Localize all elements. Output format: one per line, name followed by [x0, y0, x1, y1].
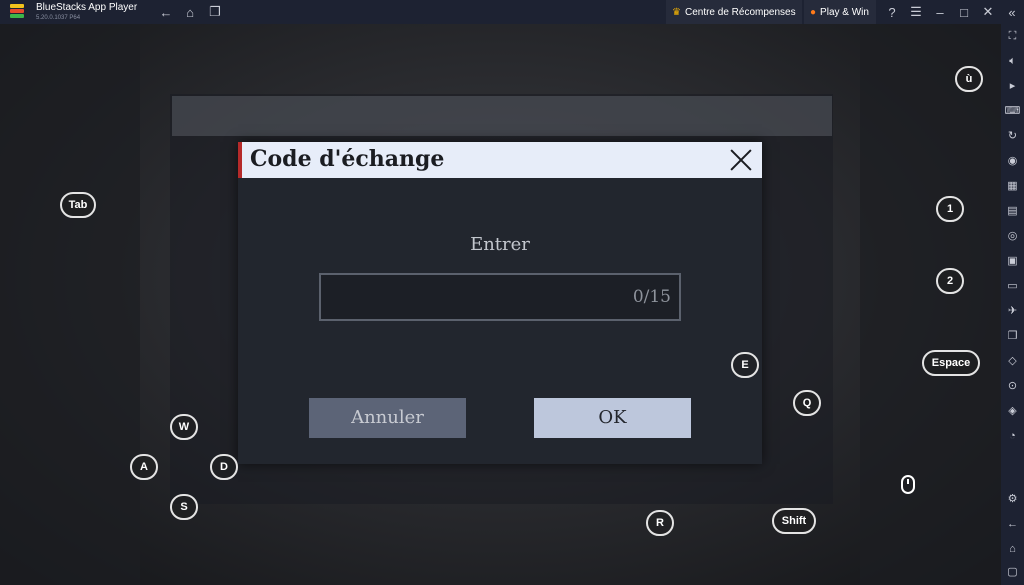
redeem-code-dialog: Code d'échange Entrer 0/15 Annuler OK — [238, 142, 762, 464]
key-space[interactable]: Espace — [922, 350, 980, 376]
title-bar: BlueStacks App Player 5.20.0.1037 P64 ← … — [0, 0, 1024, 24]
dialog-close-icon[interactable] — [728, 145, 754, 175]
menu-icon[interactable]: ☰ — [904, 0, 928, 24]
window-controls: ? ☰ – □ ✕ « — [880, 0, 1024, 24]
folder-icon[interactable]: ▭ — [1001, 276, 1024, 296]
character-counter: 0/15 — [632, 287, 671, 307]
dialog-header: Code d'échange — [238, 142, 762, 178]
key-r[interactable]: R — [646, 510, 674, 536]
key-e[interactable]: E — [731, 352, 759, 378]
media-icon[interactable]: ▸ — [1001, 76, 1024, 96]
keyboard-icon[interactable]: ⌨ — [1001, 101, 1024, 121]
maximize-icon[interactable]: □ — [952, 0, 976, 24]
airplane-icon[interactable]: ✈ — [1001, 301, 1024, 321]
key-s[interactable]: S — [170, 494, 198, 520]
ok-button[interactable]: OK — [534, 398, 691, 438]
key-a[interactable]: A — [130, 454, 158, 480]
app-version: 5.20.0.1037 P64 — [36, 15, 81, 21]
background-panel-header — [172, 96, 832, 136]
key-d[interactable]: D — [210, 454, 238, 480]
key-u-grave[interactable]: ù — [955, 66, 983, 92]
eco-icon[interactable]: ◇ — [1001, 351, 1024, 371]
app-name: BlueStacks App Player — [36, 2, 138, 13]
macro-icon[interactable]: ▦ — [1001, 176, 1024, 196]
key-tab[interactable]: Tab — [60, 192, 96, 218]
multi-instance-icon[interactable]: ❐ — [203, 0, 227, 24]
background-building-left — [0, 24, 140, 585]
game-viewport[interactable]: Code d'échange Entrer 0/15 Annuler OK Ta… — [0, 24, 1001, 585]
home-icon[interactable]: ⌂ — [178, 0, 202, 24]
key-shift[interactable]: Shift — [772, 508, 816, 534]
settings-icon[interactable]: ⚙ — [1001, 489, 1024, 509]
help-icon[interactable]: ? — [880, 0, 904, 24]
volume-icon[interactable]: 🔈︎ — [1001, 51, 1024, 71]
minimize-icon[interactable]: – — [928, 0, 952, 24]
crown-icon: ♛ — [672, 6, 681, 18]
bluestacks-logo-icon — [8, 4, 26, 20]
back-arrow-icon[interactable]: ← — [154, 0, 178, 24]
layers-icon[interactable]: ◈ — [1001, 401, 1024, 421]
play-and-win-label: Play & Win — [820, 6, 869, 18]
record-icon[interactable]: ▣ — [1001, 251, 1024, 271]
key-q[interactable]: Q — [793, 390, 821, 416]
sync-clock-icon[interactable]: ◔ — [1001, 426, 1024, 446]
close-icon[interactable]: ✕ — [976, 0, 1000, 24]
fire-icon: ● — [810, 6, 817, 18]
apk-icon[interactable]: ▤ — [1001, 201, 1024, 221]
sync-icon[interactable]: ◉ — [1001, 151, 1024, 171]
home-icon[interactable]: ⌂ — [1001, 539, 1024, 559]
enter-label: Entrer — [470, 234, 530, 255]
app-title: BlueStacks App Player 5.20.0.1037 P64 — [36, 2, 138, 22]
reward-center-label: Centre de Récompenses — [684, 6, 796, 18]
right-sidebar: ⛶ 🔈︎ ▸ ⌨ ↻ ◉ ▦ ▤ ◎ ▣ ▭ ✈ ❐ ◇ ⊙ ◈ ◔ ⚙ ← ⌂… — [1001, 24, 1024, 585]
play-and-win-button[interactable]: ● Play & Win — [804, 0, 876, 24]
key-2[interactable]: 2 — [936, 268, 964, 294]
key-1[interactable]: 1 — [936, 196, 964, 222]
code-input[interactable]: 0/15 — [319, 273, 681, 321]
recent-apps-icon[interactable]: ▢ — [1001, 562, 1024, 582]
fullscreen-icon[interactable]: ⛶ — [1001, 26, 1024, 46]
location-icon[interactable]: ⊙ — [1001, 376, 1024, 396]
back-icon[interactable]: ← — [1001, 514, 1024, 534]
key-w[interactable]: W — [170, 414, 198, 440]
multi-instance-icon[interactable]: ❐ — [1001, 326, 1024, 346]
screenshot-icon[interactable]: ◎ — [1001, 226, 1024, 246]
rotate-icon[interactable]: ↻ — [1001, 126, 1024, 146]
background-building-right — [860, 24, 1001, 585]
reward-center-button[interactable]: ♛ Centre de Récompenses — [666, 0, 802, 24]
mouse-icon[interactable] — [901, 475, 915, 494]
collapse-sidebar-icon[interactable]: « — [1000, 0, 1024, 24]
cancel-button[interactable]: Annuler — [309, 398, 466, 438]
dialog-title: Code d'échange — [250, 146, 445, 172]
